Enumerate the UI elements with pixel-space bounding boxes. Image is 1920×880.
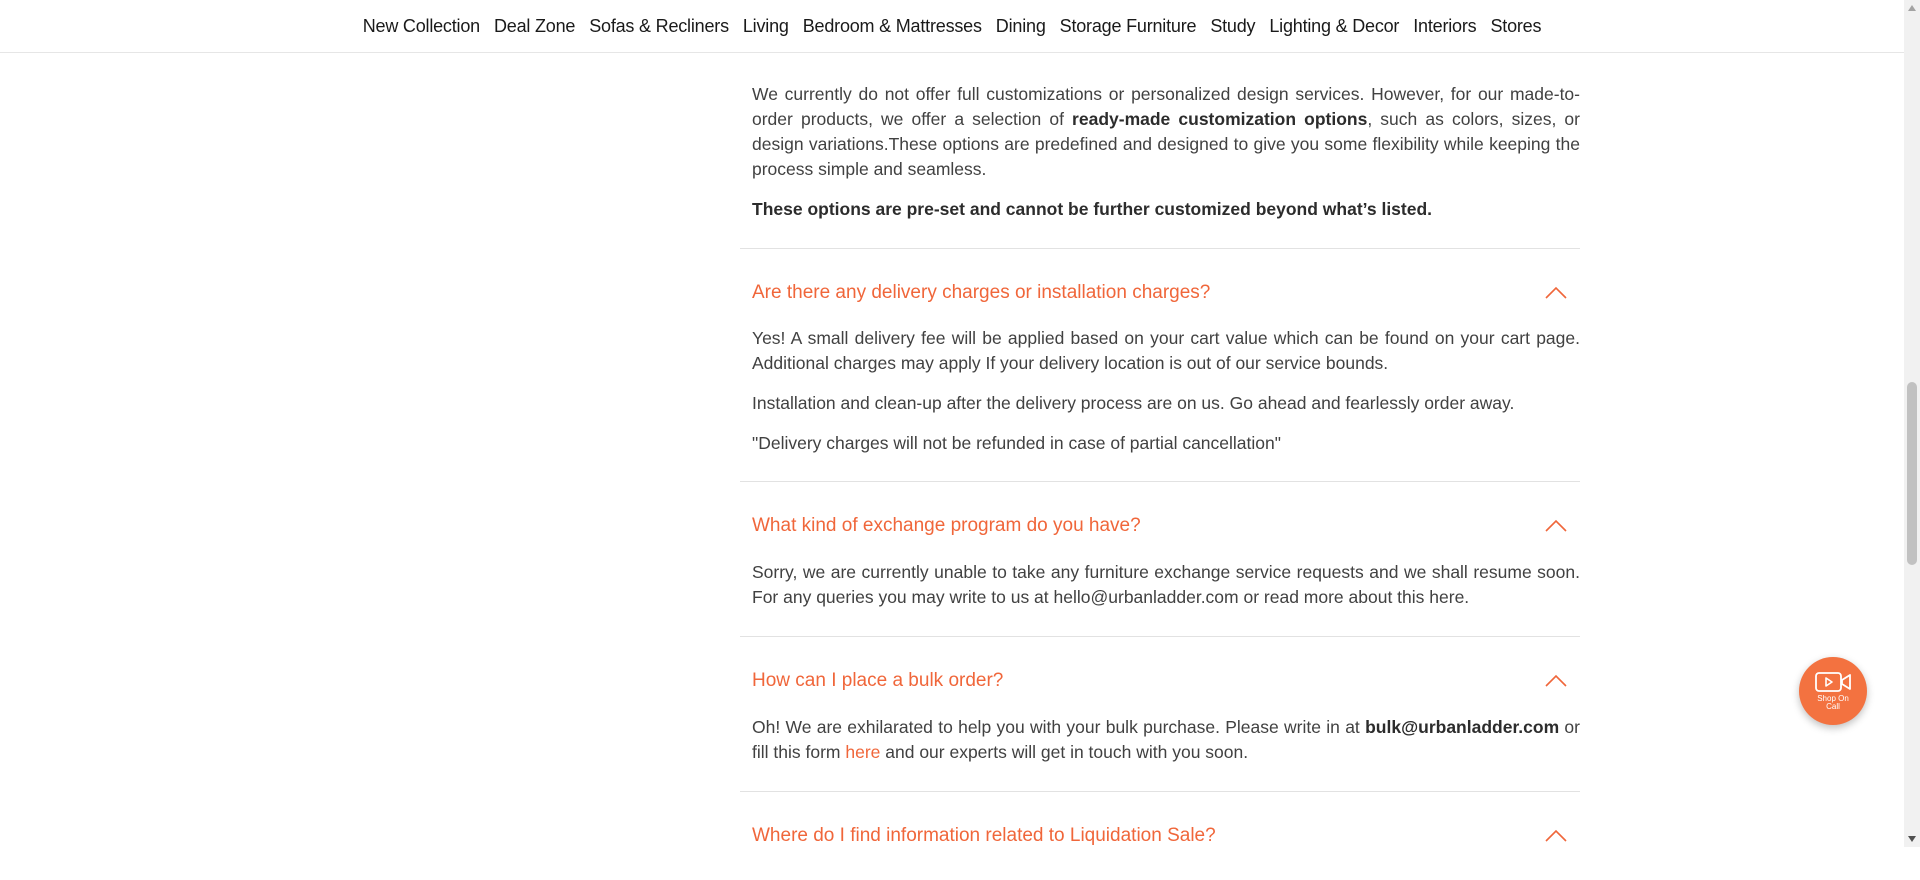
- nav-deal-zone[interactable]: Deal Zone: [494, 16, 575, 37]
- chevron-up-icon[interactable]: [1544, 281, 1568, 305]
- faq-answer-paragraph: These options are pre-set and cannot be …: [740, 197, 1580, 222]
- nav-dining[interactable]: Dining: [996, 16, 1046, 37]
- shop-on-call-label: Shop On Call: [1817, 694, 1849, 711]
- nav-study[interactable]: Study: [1210, 16, 1255, 37]
- faq-answer-paragraph: Installation and clean-up after the deli…: [752, 393, 1515, 413]
- vertical-scrollbar[interactable]: [1904, 0, 1920, 847]
- video-camera-icon: [1815, 672, 1851, 692]
- faq-question-text: How can I place a bulk order?: [752, 670, 1004, 691]
- chevron-up-icon[interactable]: [1544, 824, 1568, 848]
- faq-question-text: Are there any delivery charges or instal…: [752, 282, 1211, 303]
- scrollbar-thumb[interactable]: [1907, 382, 1917, 565]
- nav-new-collection[interactable]: New Collection: [363, 16, 480, 37]
- faq-item-exchange: What kind of exchange program do you hav…: [740, 482, 1580, 637]
- shop-on-call-button[interactable]: Shop On Call: [1799, 657, 1867, 725]
- faq-item-delivery: Are there any delivery charges or instal…: [740, 249, 1580, 482]
- answer-bold-text: These options are pre-set and cannot be …: [752, 199, 1433, 219]
- nav-lighting-decor[interactable]: Lighting & Decor: [1269, 16, 1399, 37]
- chevron-up-icon[interactable]: [1544, 669, 1568, 693]
- faq-list: We currently do not offer full customiza…: [740, 53, 1580, 880]
- chevron-up-icon[interactable]: [1544, 514, 1568, 538]
- nav-storage-furniture[interactable]: Storage Furniture: [1060, 16, 1197, 37]
- faq-question-text: What kind of exchange program do you hav…: [752, 515, 1141, 536]
- faq-question-delivery[interactable]: Are there any delivery charges or instal…: [740, 249, 1580, 337]
- faq-item-bulk-order: How can I place a bulk order? Oh! We are…: [740, 637, 1580, 792]
- nav-sofas-recliners[interactable]: Sofas & Recliners: [589, 16, 729, 37]
- nav-living[interactable]: Living: [743, 16, 789, 37]
- answer-text: and our experts will get in touch with y…: [880, 742, 1249, 762]
- nav-stores[interactable]: Stores: [1490, 16, 1541, 37]
- bulk-form-link[interactable]: here: [845, 742, 880, 762]
- faq-question-liquidation[interactable]: Where do I find information related to L…: [740, 792, 1580, 880]
- nav-bedroom-mattresses[interactable]: Bedroom & Mattresses: [803, 16, 982, 37]
- faq-question-bulk-order[interactable]: How can I place a bulk order?: [740, 637, 1580, 725]
- scroll-down-arrow-icon[interactable]: [1904, 831, 1920, 847]
- faq-question-text: Where do I find information related to L…: [752, 825, 1216, 846]
- main-nav: New Collection Deal Zone Sofas & Recline…: [0, 0, 1904, 53]
- faq-item-liquidation: Where do I find information related to L…: [740, 792, 1580, 880]
- faq-answer-paragraph: "Delivery charges will not be refunded i…: [752, 433, 1281, 453]
- faq-item-customization: We currently do not offer full customiza…: [740, 53, 1580, 249]
- faq-answer-paragraph: We currently do not offer full customiza…: [740, 82, 1580, 182]
- nav-interiors[interactable]: Interiors: [1413, 16, 1476, 37]
- answer-bold-text: ready-made customization options: [1072, 109, 1368, 129]
- faq-question-exchange[interactable]: What kind of exchange program do you hav…: [740, 482, 1580, 570]
- scroll-up-arrow-icon[interactable]: [1904, 0, 1920, 16]
